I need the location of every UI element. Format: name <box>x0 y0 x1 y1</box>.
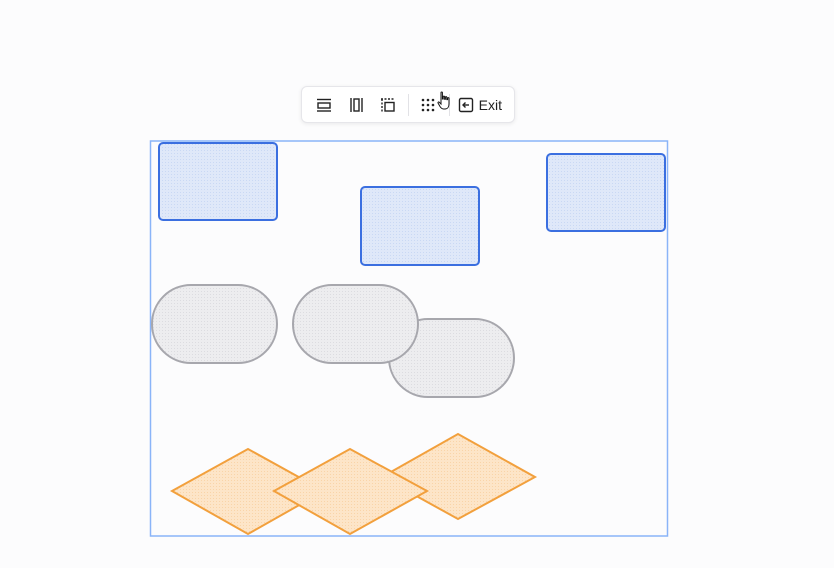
pill-shape[interactable] <box>151 284 278 364</box>
selection-toolbar: Exit <box>301 86 515 123</box>
pill-shape[interactable] <box>292 284 419 364</box>
hand-pointer-icon <box>437 91 450 110</box>
rectangle-shape[interactable] <box>158 142 278 221</box>
whiteboard-canvas[interactable]: Exit <box>0 0 834 568</box>
diamond-shape[interactable] <box>379 432 538 521</box>
exit-label: Exit <box>478 96 502 113</box>
rectangle-shape[interactable] <box>360 186 480 266</box>
align-vertical-button[interactable] <box>340 90 372 120</box>
align-frame-icon <box>380 97 395 112</box>
grid-dots-icon <box>421 98 435 111</box>
align-horizontal-icon <box>316 98 331 112</box>
diamond-shape[interactable] <box>271 447 430 536</box>
exit-button[interactable]: Exit <box>454 90 506 120</box>
align-vertical-icon <box>350 97 363 112</box>
exit-icon <box>458 97 473 112</box>
align-frame-button[interactable] <box>372 90 404 120</box>
rectangle-shape[interactable] <box>546 153 666 232</box>
align-horizontal-button[interactable] <box>308 90 340 120</box>
toolbar-divider <box>407 93 409 116</box>
